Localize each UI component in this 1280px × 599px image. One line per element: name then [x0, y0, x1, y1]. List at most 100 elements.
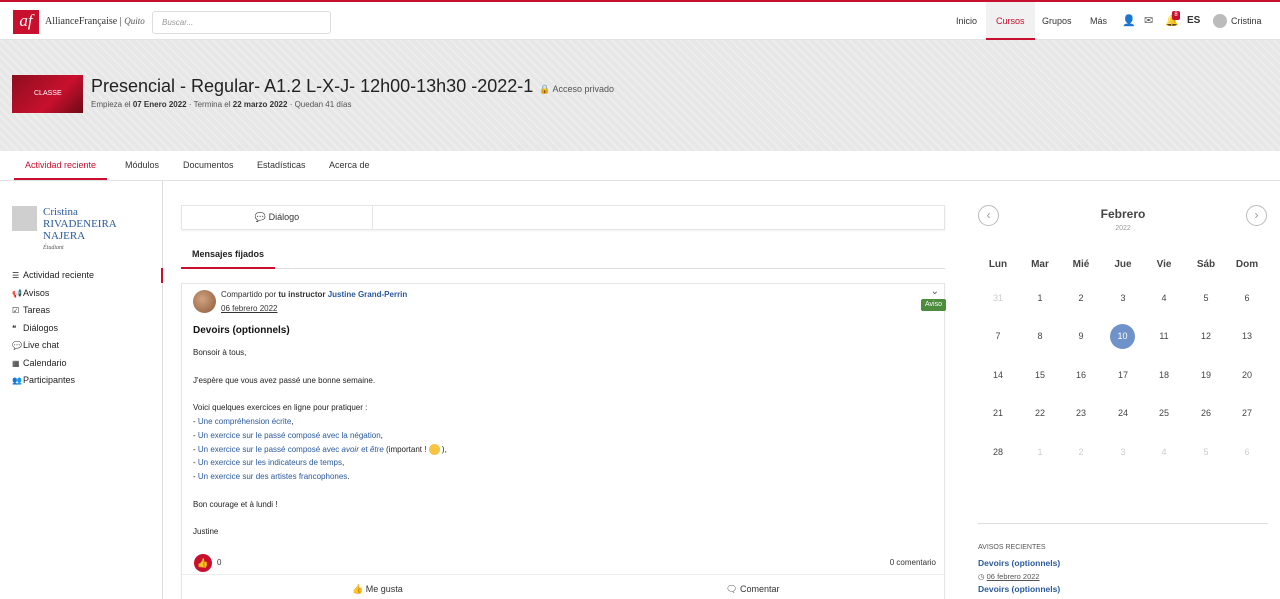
calendar-day[interactable]: 11: [1144, 324, 1184, 348]
calendar-day[interactable]: 14: [978, 363, 1018, 387]
nav-grupos[interactable]: Grupos: [1042, 2, 1072, 40]
course-tabs: Actividad reciente Módulos Documentos Es…: [0, 151, 1280, 181]
exercise-line-5: - Un exercice sur des artistes francopho…: [193, 472, 350, 482]
alliance-francaise-logo[interactable]: af: [13, 10, 39, 34]
calendar-day[interactable]: 9: [1061, 324, 1101, 348]
recent-announcement-1[interactable]: Devoirs (optionnels): [978, 558, 1060, 568]
calendar-day[interactable]: 16: [1061, 363, 1101, 387]
calendar-today[interactable]: 10: [1110, 324, 1135, 349]
calendar-day[interactable]: 23: [1061, 401, 1101, 425]
mail-icon[interactable]: ✉: [1144, 15, 1153, 27]
calendar-day[interactable]: 3: [1103, 286, 1143, 310]
megaphone-icon: 📢: [12, 289, 22, 298]
author-avatar[interactable]: [193, 290, 216, 313]
calendar-day[interactable]: 28: [978, 440, 1018, 464]
chevron-down-icon[interactable]: ⌄: [931, 286, 939, 297]
exercise-link-2-suffix: ,: [380, 430, 383, 440]
shared-by-label: Compartido por: [221, 290, 277, 299]
sidebar-item-tareas[interactable]: ☑ Tareas: [12, 303, 163, 318]
profile-avatar[interactable]: [12, 206, 37, 231]
calendar-day[interactable]: 4: [1144, 440, 1184, 464]
post-body: Bonsoir à tous, J'espère que vous avez p…: [193, 346, 447, 539]
exercise-link-5[interactable]: Un exercice sur des artistes francophone…: [198, 472, 347, 481]
calendar-day[interactable]: 31: [978, 286, 1018, 310]
nav-mas[interactable]: Más: [1090, 2, 1107, 40]
calendar-day[interactable]: 2: [1061, 286, 1101, 310]
like-button[interactable]: 👍 Me gusta: [352, 584, 403, 595]
calendar-day[interactable]: 19: [1186, 363, 1226, 387]
calendar-day[interactable]: 6: [1227, 440, 1267, 464]
comment-button[interactable]: 🗨 Comentar: [726, 584, 779, 595]
calendar-day[interactable]: 6: [1227, 286, 1267, 310]
calendar-day[interactable]: 24: [1103, 401, 1143, 425]
calendar-day[interactable]: 15: [1020, 363, 1060, 387]
calendar-day[interactable]: 22: [1020, 401, 1060, 425]
quote-icon: ❝: [12, 324, 17, 333]
calendar-day[interactable]: 20: [1227, 363, 1267, 387]
calendar-day[interactable]: 1: [1020, 440, 1060, 464]
exercise-link-2[interactable]: Un exercice sur le passé composé avec la…: [198, 431, 381, 440]
calendar-day[interactable]: 7: [978, 324, 1018, 348]
exercise-link-3[interactable]: Un exercice sur le passé composé avec av…: [198, 445, 384, 454]
add-user-icon[interactable]: 👤: [1122, 15, 1136, 27]
tab-estadisticas[interactable]: Estadísticas: [257, 151, 306, 180]
calendar-day[interactable]: 3: [1103, 440, 1143, 464]
user-avatar[interactable]: [1213, 14, 1227, 28]
dialog-button[interactable]: 💬 Diálogo: [182, 206, 373, 229]
calendar-day[interactable]: 21: [978, 401, 1018, 425]
sidebar-item-participantes[interactable]: 👥Participantes: [12, 373, 163, 388]
calendar-day[interactable]: 5: [1186, 440, 1226, 464]
tab-modulos[interactable]: Módulos: [125, 151, 159, 180]
calendar-day[interactable]: 27: [1227, 401, 1267, 425]
calendar-weekday: Mié: [1072, 259, 1090, 270]
calendar-day[interactable]: 8: [1020, 324, 1060, 348]
sidebar-item-dialogos[interactable]: ❝ Diálogos: [12, 321, 163, 336]
sidebar-item-live-chat[interactable]: 💬Live chat: [12, 338, 163, 353]
comment-button-label: Comentar: [739, 584, 780, 594]
sidebar-item-calendario[interactable]: ▦ Calendario: [12, 356, 163, 371]
calendar-day[interactable]: 4: [1144, 286, 1184, 310]
calendar-prev-button[interactable]: ‹: [978, 205, 999, 226]
exercise-link-1[interactable]: Une compréhension écrite: [198, 417, 291, 426]
thumbs-up-icon[interactable]: 👍: [194, 554, 212, 572]
post-paragraph-1: J'espère que vous avez passé une bonne s…: [193, 375, 376, 385]
calendar-day[interactable]: 1: [1020, 286, 1060, 310]
sidebar-item-avisos[interactable]: 📢Avisos: [12, 286, 163, 301]
nav-inicio[interactable]: Inicio: [956, 2, 977, 40]
lock-icon: 🔒: [539, 84, 551, 94]
exercise-line-3: - Un exercice sur le passé composé avec …: [193, 443, 447, 455]
post-date[interactable]: 06 febrero 2022: [221, 304, 278, 313]
calendar-day[interactable]: 12: [1186, 324, 1226, 348]
chat-icon: 💬: [12, 341, 22, 350]
post-title: Devoirs (optionnels): [193, 325, 290, 336]
calendar-day[interactable]: 5: [1186, 286, 1226, 310]
user-menu[interactable]: Cristina: [1231, 2, 1262, 40]
tab-documentos[interactable]: Documentos: [183, 151, 234, 180]
profile-name[interactable]: Cristina RIVADENEIRA NAJERA: [43, 206, 153, 242]
tab-acerca-de[interactable]: Acerca de: [329, 151, 370, 180]
calendar-day[interactable]: 2: [1061, 440, 1101, 464]
calendar-day[interactable]: 18: [1144, 363, 1184, 387]
calendar-month: Febrero: [1100, 207, 1146, 221]
comment-count[interactable]: 0 comentario: [890, 558, 936, 567]
calendar-day[interactable]: 13: [1227, 324, 1267, 348]
course-dates: Empieza el 07 Enero 2022 · Termina el 22…: [91, 100, 352, 109]
sidebar-item-actividad-reciente[interactable]: ☰ Actividad reciente: [12, 268, 163, 283]
tab-mensajes-fijados[interactable]: Mensajes fijados: [181, 241, 276, 269]
pinned-tabs: Mensajes fijados: [181, 241, 945, 269]
exercise-link-3-end: ),: [439, 444, 447, 454]
exercise-link-4[interactable]: Un exercice sur les indicateurs de temps: [198, 458, 342, 467]
language-selector[interactable]: ES: [1187, 2, 1200, 40]
calendar-next-button[interactable]: ›: [1246, 205, 1267, 226]
tab-actividad-reciente[interactable]: Actividad reciente: [14, 151, 108, 180]
recent-announcement-2[interactable]: Devoirs (optionnels): [978, 584, 1060, 594]
exercise-line-1: - Une compréhension écrite,: [193, 416, 294, 426]
search-input[interactable]: [152, 11, 331, 34]
calendar-day[interactable]: 25: [1144, 401, 1184, 425]
brand-text[interactable]: AllianceFrançaise | Quito: [45, 16, 145, 27]
calendar-day[interactable]: 26: [1186, 401, 1226, 425]
author-link[interactable]: Justine Grand-Perrin: [328, 290, 408, 299]
calendar-day[interactable]: 17: [1103, 363, 1143, 387]
nav-cursos[interactable]: Cursos: [986, 2, 1035, 40]
